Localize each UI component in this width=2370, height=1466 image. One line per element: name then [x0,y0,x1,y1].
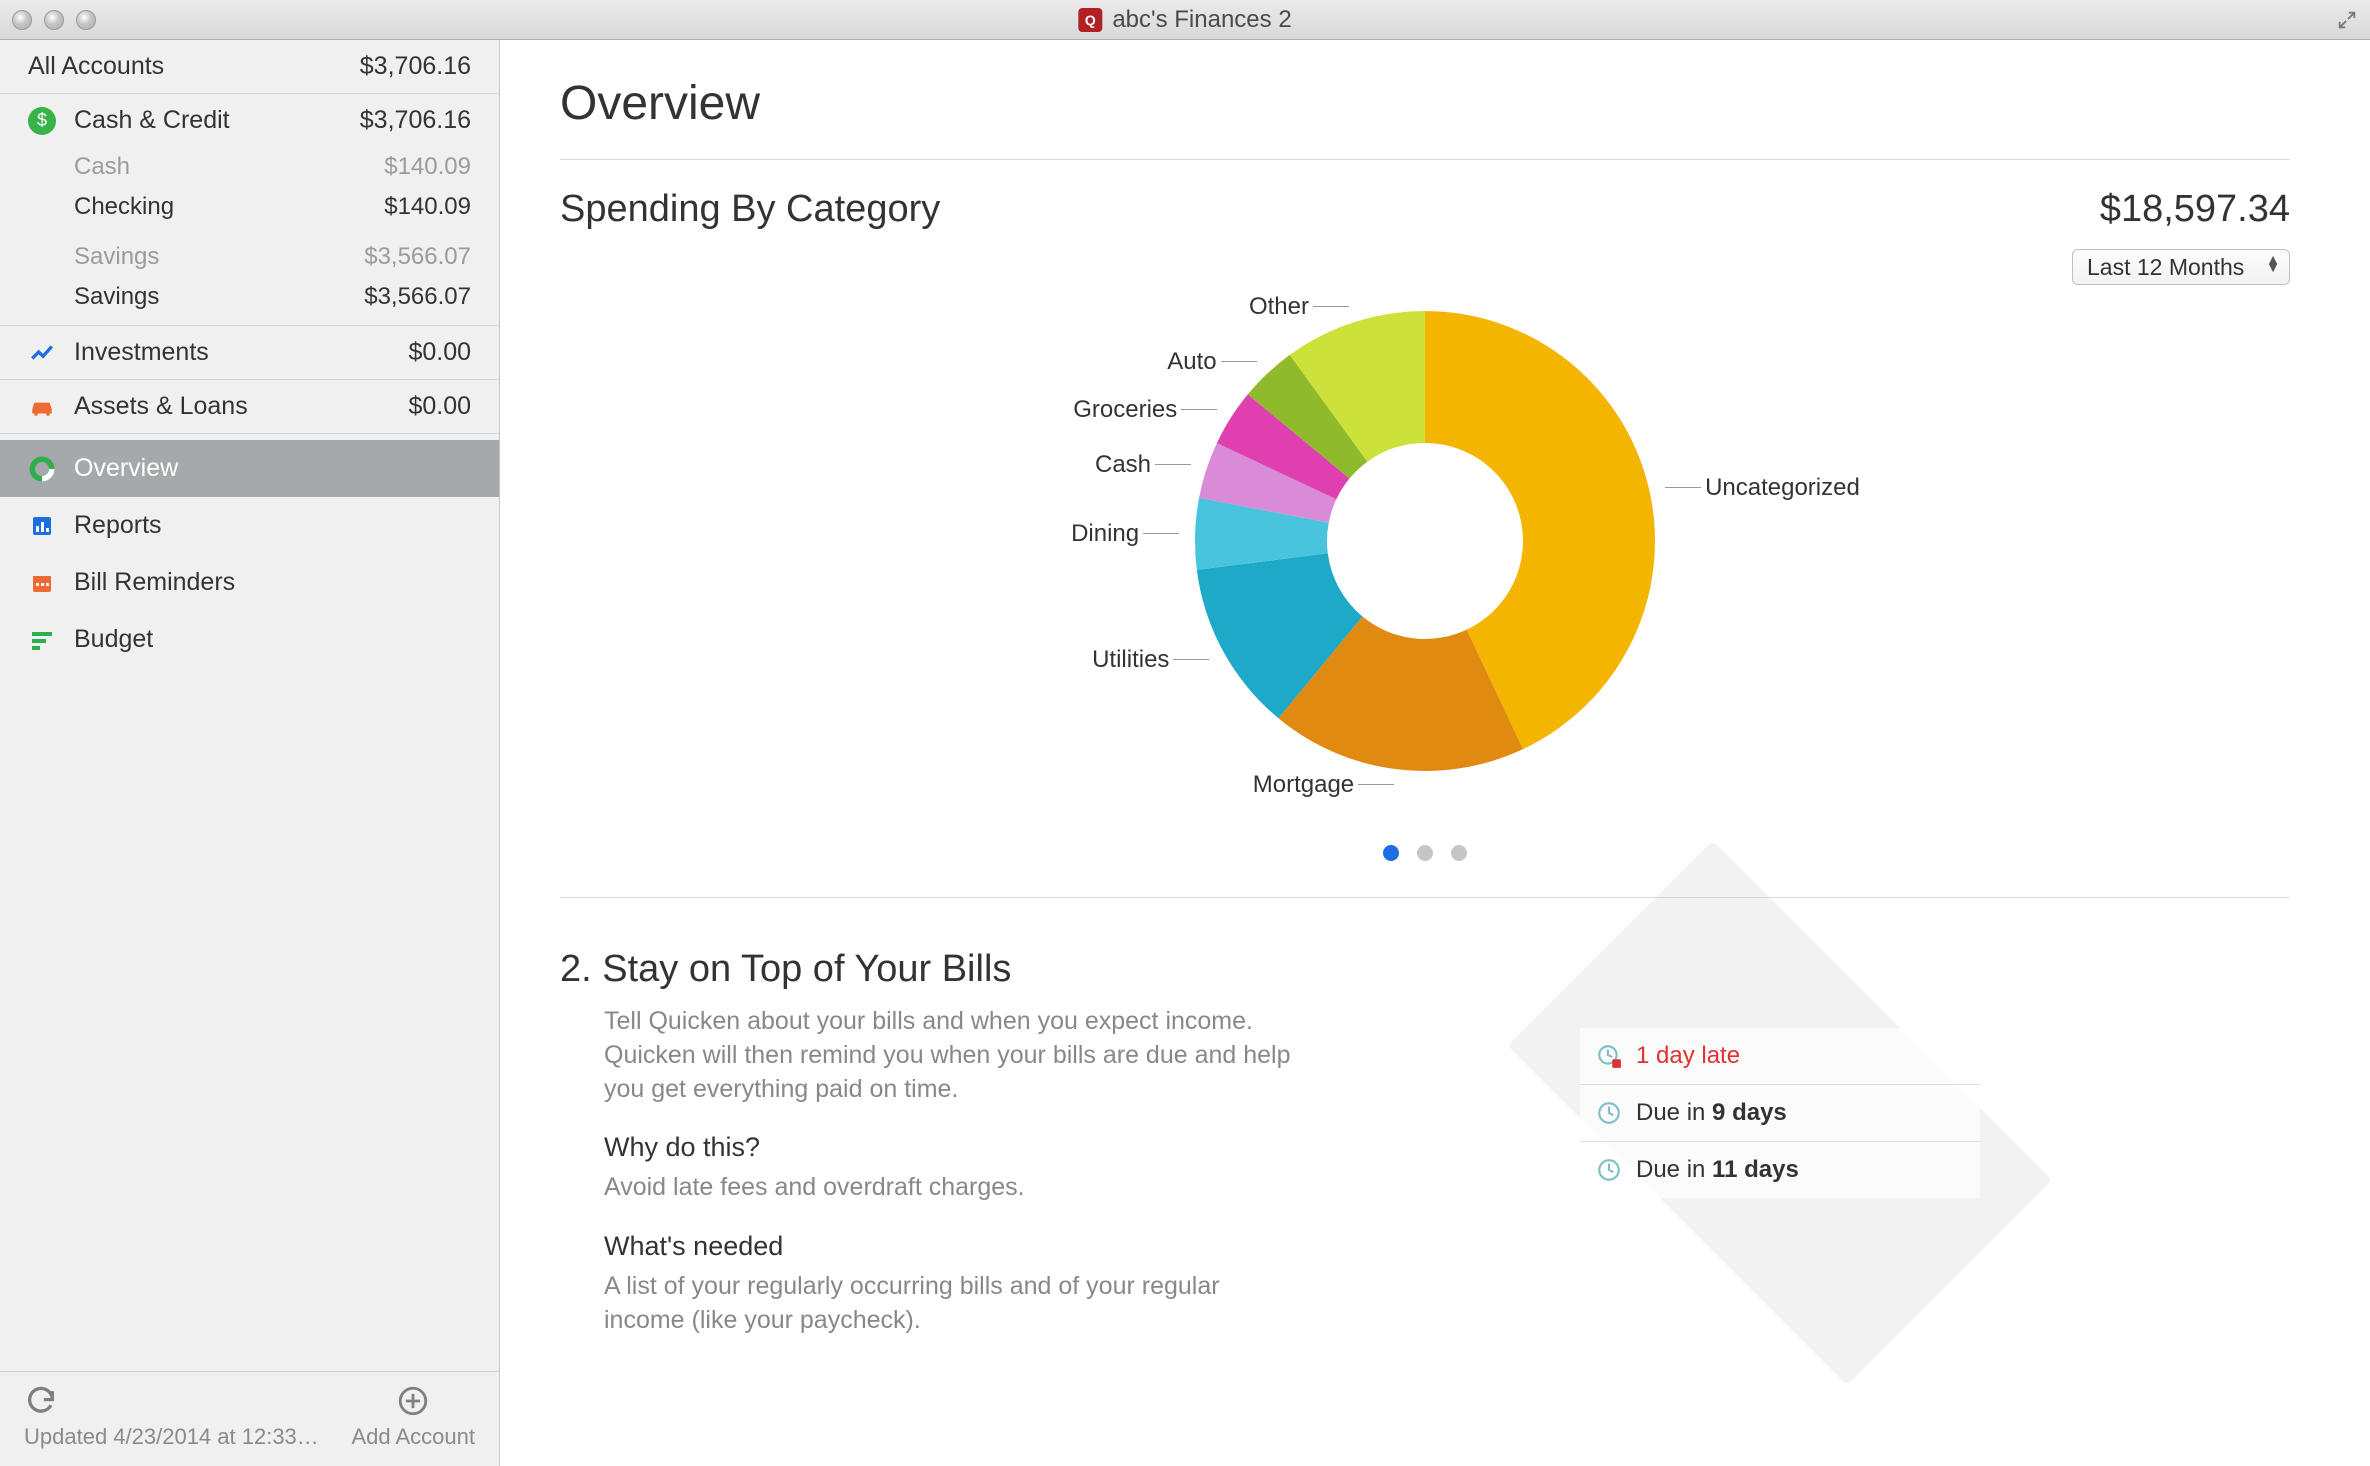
window-title: abc's Finances 2 [1112,6,1291,34]
sidebar-all-accounts-amount: $3,706.16 [360,52,471,81]
divider [560,159,2290,160]
need-para: A list of your regularly occurring bills… [604,1270,1304,1338]
sidebar-savings-group[interactable]: Savings$3,566.07 [0,237,499,277]
titlebar: Q abc's Finances 2 [0,0,2370,40]
overview-icon [28,456,56,482]
chart-label: Utilities [1092,646,1169,674]
bars-icon [28,630,56,650]
section-bills: 2. Stay on Top of Your Bills Tell Quicke… [560,948,1920,1338]
sidebar-savings[interactable]: Savings$3,566.07 [0,277,499,317]
sidebar-assets-loans[interactable]: Assets & Loans $0.00 [0,380,499,433]
car-icon [28,396,56,418]
sidebar-all-accounts[interactable]: All Accounts $3,706.16 [0,40,499,93]
clock-icon [1596,1157,1622,1183]
bill-widget: 1 day late Due in 9 days Due in 11 days [1580,1028,1980,1198]
sidebar-cash-group[interactable]: Cash$140.09 [0,147,499,187]
bar-chart-icon [28,514,56,538]
sidebar-cash-credit[interactable]: $ Cash & Credit $3,706.16 [0,94,499,147]
add-account-label[interactable]: Add Account [351,1424,475,1450]
sidebar-nav-budget[interactable]: Budget [0,611,499,668]
add-icon[interactable] [396,1384,430,1418]
chart-label: Uncategorized [1705,474,1860,502]
updated-text: Updated 4/23/2014 at 12:33 PM [24,1424,324,1450]
app-icon: Q [1078,8,1102,32]
sidebar-footer: Updated 4/23/2014 at 12:33 PM Add Accoun… [0,1371,499,1466]
refresh-icon[interactable] [24,1384,58,1418]
chart-label: Cash [1095,451,1151,479]
spending-total: $18,597.34 [2072,188,2290,231]
why-para: Avoid late fees and overdraft charges. [604,1171,1304,1205]
bill-late-text: 1 day late [1636,1042,1740,1070]
bill-row-9: Due in 9 days [1580,1085,1980,1142]
minimize-window-button[interactable] [44,10,64,30]
calendar-icon [28,571,56,595]
bill-row-late: 1 day late [1580,1028,1980,1085]
clock-alert-icon [1596,1043,1622,1069]
main-content: Overview Spending By Category $18,597.34… [500,40,2370,1466]
period-select[interactable]: Last 12 Months [2072,249,2290,285]
need-heading: What's needed [604,1231,1920,1262]
chart-line-icon [28,340,56,366]
chart-label: Auto [1167,348,1216,376]
bill-9-text: Due in 9 days [1636,1099,1787,1127]
bill-11-text: Due in 11 days [1636,1156,1799,1184]
sidebar-all-accounts-label: All Accounts [28,52,342,81]
clock-icon [1596,1100,1622,1126]
chart-label: Dining [1071,520,1139,548]
sidebar-checking[interactable]: Checking$140.09 [0,187,499,227]
page-title: Overview [560,76,2290,131]
spending-chart[interactable]: Uncategorized Mortgage Utilities Dining Cash… [560,295,2290,855]
fullscreen-icon[interactable] [2336,9,2358,31]
close-window-button[interactable] [12,10,32,30]
zoom-window-button[interactable] [76,10,96,30]
window-controls [12,10,96,30]
sidebar: All Accounts $3,706.16 $ Cash & Credit $… [0,40,500,1466]
chart-label: Other [1249,293,1309,321]
bill-row-11: Due in 11 days [1580,1142,1980,1198]
chart-label: Groceries [1073,396,1177,424]
sidebar-nav-reports[interactable]: Reports [0,497,499,554]
section2-heading: 2. Stay on Top of Your Bills [560,948,1920,991]
spending-title: Spending By Category [560,188,940,231]
dollar-icon: $ [28,107,56,135]
section2-para: Tell Quicken about your bills and when y… [604,1005,1304,1106]
chart-label: Mortgage [1253,771,1354,799]
sidebar-nav-overview[interactable]: Overview [0,440,499,497]
sidebar-nav-reminders[interactable]: Bill Reminders [0,554,499,611]
sidebar-investments[interactable]: Investments $0.00 [0,326,499,379]
